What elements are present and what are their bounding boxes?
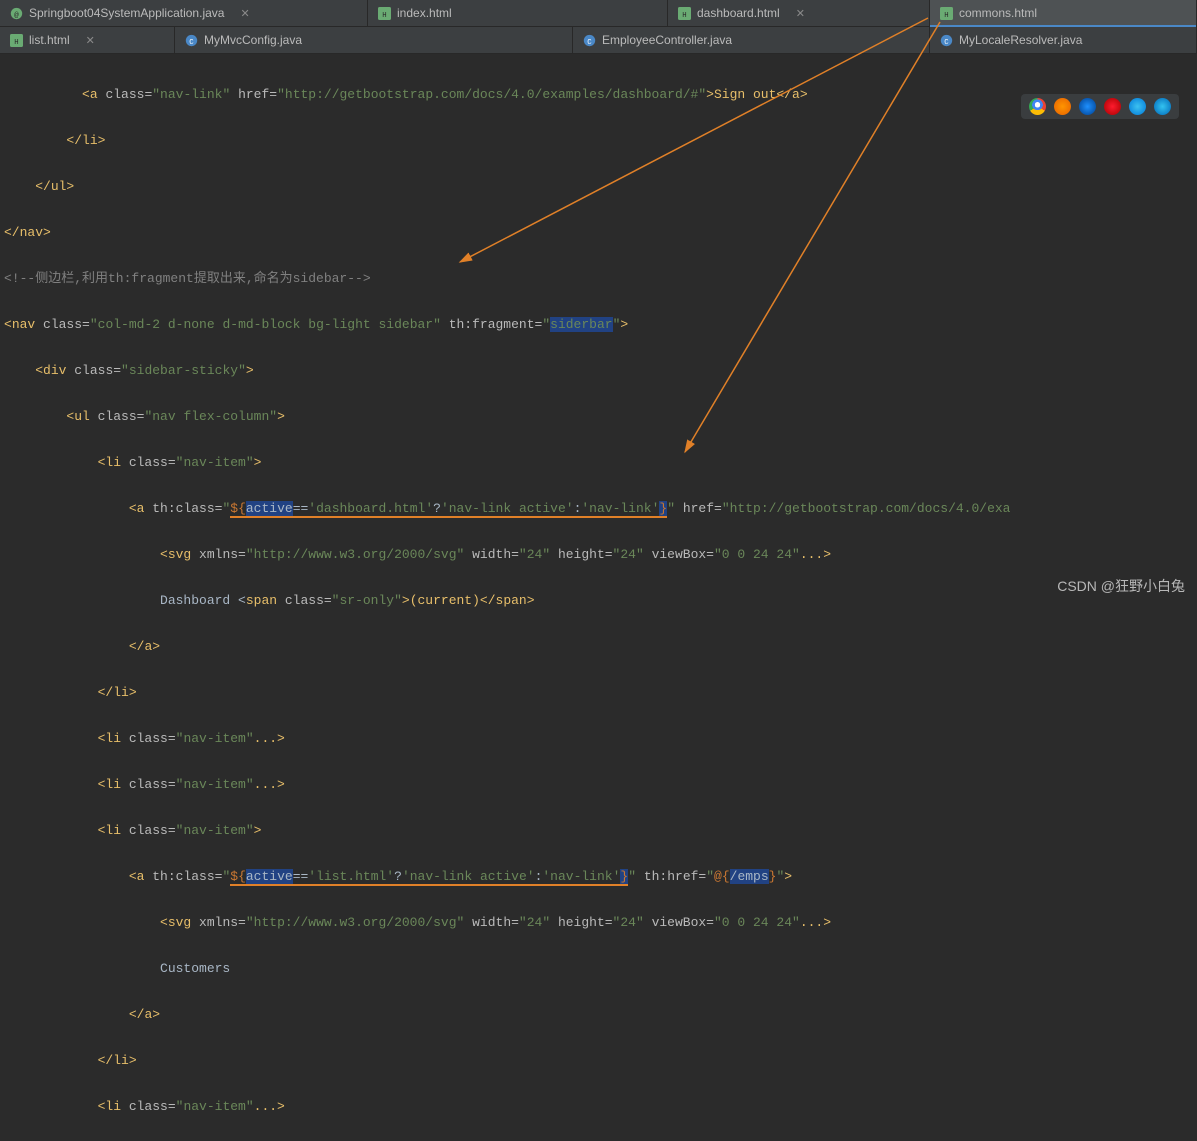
close-icon[interactable]: ✕ — [240, 7, 249, 20]
tab-Springboot04SystemApplication-java[interactable]: @ Springboot04SystemApplication.java ✕ — [0, 0, 368, 26]
tab-label: EmployeeController.java — [602, 33, 732, 47]
watermark: CSDN @狂野小白兔 — [1057, 576, 1185, 596]
code-line: <ul class="nav flex-column"> — [4, 405, 1197, 428]
code-line: <a class="nav-link" href="http://getboot… — [4, 83, 1197, 106]
tab-label: commons.html — [959, 6, 1037, 20]
tab-commons-html[interactable]: Hcommons.html — [930, 0, 1197, 26]
tab-row-1: @ Springboot04SystemApplication.java ✕ Hind… — [0, 0, 1197, 27]
close-icon[interactable]: ✕ — [86, 34, 95, 47]
tab-row-2: Hlist.html ✕ C MyMvcConfig.java C EmployeeCon… — [0, 27, 1197, 54]
editor-tabs: @ Springboot04SystemApplication.java ✕ Hind… — [0, 0, 1197, 54]
tab-label: Springboot04SystemApplication.java — [29, 6, 224, 20]
code-line: <li class="nav-item"> — [4, 819, 1197, 842]
code-line: Customers — [4, 957, 1197, 980]
svg-text:C: C — [587, 38, 592, 46]
code-line: <li class="nav-item"...> — [4, 727, 1197, 750]
code-line: <svg xmlns="http://www.w3.org/2000/svg" … — [4, 911, 1197, 934]
edge-icon[interactable] — [1154, 98, 1171, 115]
svg-text:H: H — [14, 38, 18, 46]
tab-label: MyLocaleResolver.java — [959, 33, 1082, 47]
code-line: <a th:class="${active=='dashboard.html'?… — [4, 497, 1197, 520]
code-line: <nav class="col-md-2 d-none d-md-block b… — [4, 313, 1197, 336]
code-line: <svg xmlns="http://www.w3.org/2000/svg" … — [4, 543, 1197, 566]
tab-MyLocaleResolver-java[interactable]: C MyLocaleResolver.java — [930, 27, 1197, 53]
code-line: </li> — [4, 1049, 1197, 1072]
tab-label: index.html — [397, 6, 452, 20]
close-icon[interactable]: ✕ — [796, 7, 805, 20]
code-line: </a> — [4, 1003, 1197, 1026]
tab-EmployeeController-java[interactable]: C EmployeeController.java — [573, 27, 930, 53]
svg-text:C: C — [944, 38, 949, 46]
code-line: <div class="sidebar-sticky"> — [4, 359, 1197, 382]
tab-label: MyMvcConfig.java — [204, 33, 302, 47]
safari-icon[interactable] — [1079, 98, 1096, 115]
svg-text:H: H — [382, 11, 386, 19]
code-line: <li class="nav-item"> — [4, 451, 1197, 474]
code-line: Dashboard <span class="sr-only">(current… — [4, 589, 1197, 612]
code-line: <!--侧边栏,利用th:fragment提取出来,命名为sidebar--> — [4, 267, 1197, 290]
browser-icons-toolbar — [1021, 94, 1179, 119]
svg-text:@: @ — [14, 11, 19, 19]
svg-text:H: H — [944, 11, 948, 19]
code-line: <li class="nav-item"...> — [4, 773, 1197, 796]
firefox-icon[interactable] — [1054, 98, 1071, 115]
code-line: <a th:class="${active=='list.html'?'nav-… — [4, 865, 1197, 888]
code-line: </ul> — [4, 175, 1197, 198]
tab-label: list.html — [29, 33, 70, 47]
code-line: </a> — [4, 635, 1197, 658]
opera-icon[interactable] — [1104, 98, 1121, 115]
code-editor[interactable]: <a class="nav-link" href="http://getboot… — [0, 54, 1197, 1141]
tab-MyMvcConfig-java[interactable]: C MyMvcConfig.java — [175, 27, 573, 53]
chrome-icon[interactable] — [1029, 98, 1046, 115]
code-line: </li> — [4, 681, 1197, 704]
svg-text:H: H — [682, 11, 686, 19]
code-line: </nav> — [4, 221, 1197, 244]
ie-icon[interactable] — [1129, 98, 1146, 115]
svg-text:C: C — [189, 38, 194, 46]
code-line: <li class="nav-item"...> — [4, 1095, 1197, 1118]
tab-dashboard-html[interactable]: Hdashboard.html ✕ — [668, 0, 930, 26]
tab-list-html[interactable]: Hlist.html ✕ — [0, 27, 175, 53]
tab-label: dashboard.html — [697, 6, 780, 20]
tab-index-html[interactable]: Hindex.html — [368, 0, 668, 26]
code-line: </li> — [4, 129, 1197, 152]
